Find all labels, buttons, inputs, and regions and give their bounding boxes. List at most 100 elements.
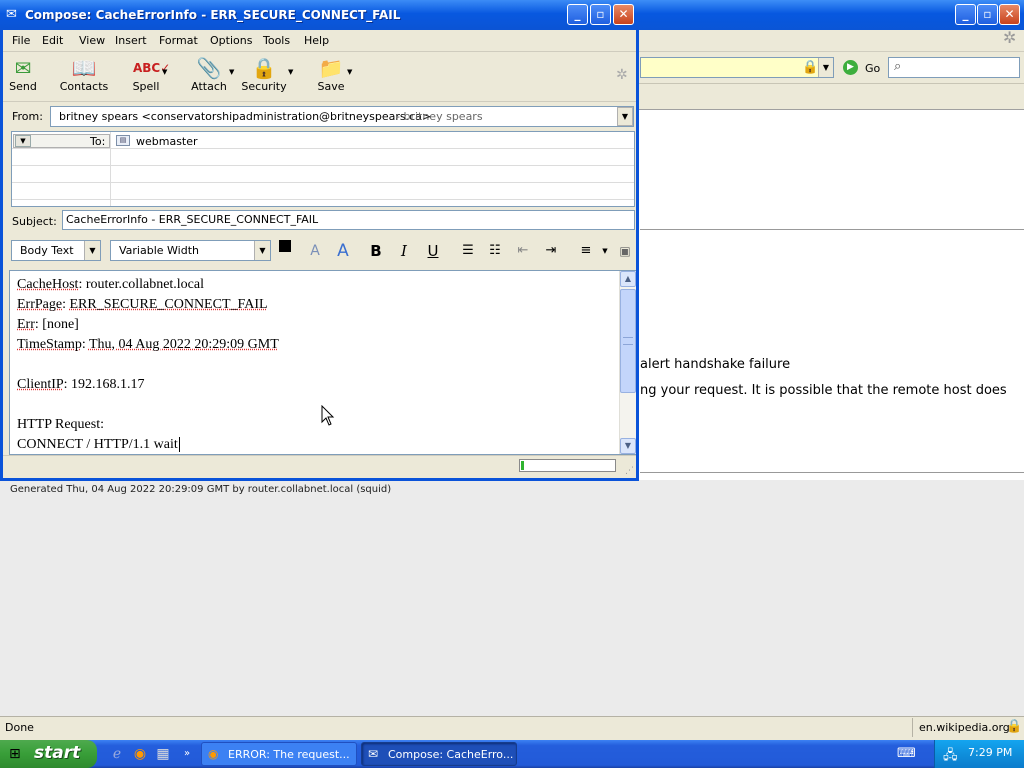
bullet-list-icon[interactable]: ☰ xyxy=(457,240,479,262)
folder-icon: 📁 xyxy=(318,56,344,80)
attach-dropdown-arrow[interactable]: ▼ xyxy=(229,68,234,76)
browser-throbber-icon: ✲ xyxy=(1003,28,1017,47)
status-padlock-icon[interactable]: 🔒 xyxy=(1006,719,1022,734)
save-button[interactable]: 📁 Save xyxy=(315,56,347,100)
error-detail-line: alert handshake failure xyxy=(640,357,791,372)
status-host: en.wikipedia.org xyxy=(912,718,1010,737)
page-footer-area xyxy=(0,480,1024,716)
compose-toolbar: ✉ Send 📖 Contacts ABC✓ Spell ▼ 📎 Attach … xyxy=(3,52,636,102)
search-icon[interactable]: ⌕ xyxy=(894,59,901,74)
larger-font-icon[interactable]: A xyxy=(332,240,354,262)
spell-button[interactable]: ABC✓ Spell xyxy=(127,56,171,100)
media-icon[interactable]: ▦ xyxy=(154,745,172,763)
body-word: : router.collabnet.local xyxy=(78,277,204,292)
recipient-row[interactable] xyxy=(12,149,634,166)
clock[interactable]: 7:29 PM xyxy=(968,746,1012,759)
body-line: TimeStamp: Thu, 04 Aug 2022 20:29:09 GMT xyxy=(17,337,279,353)
bold-button[interactable]: B xyxy=(365,240,387,262)
scroll-down-button[interactable]: ▼ xyxy=(620,438,636,454)
body-word: CONNECT / HTTP/1.1 wait xyxy=(17,437,178,452)
paperclip-icon: 📎 xyxy=(196,56,222,80)
keyboard-icon[interactable]: ⌨ xyxy=(897,746,916,761)
paragraph-style-dropdown[interactable]: ▼ xyxy=(84,241,100,260)
search-input[interactable] xyxy=(888,57,1020,78)
body-line: Err: [none] xyxy=(17,317,79,333)
security-dropdown-arrow[interactable]: ▼ xyxy=(288,68,293,76)
security-button[interactable]: 🔒 Security xyxy=(241,56,287,100)
spell-dropdown-arrow[interactable]: ▼ xyxy=(162,68,167,76)
body-word: ClientIP xyxy=(17,377,64,392)
smaller-font-icon[interactable]: A xyxy=(304,240,326,262)
body-word: CacheHost xyxy=(17,277,79,292)
font-select[interactable]: Variable Width xyxy=(110,240,271,261)
quick-launch-expand-icon[interactable]: » xyxy=(178,745,196,763)
menu-options[interactable]: Options xyxy=(210,34,252,47)
contacts-icon: 📖 xyxy=(71,56,97,80)
menu-format[interactable]: Format xyxy=(159,34,198,47)
send-label: Send xyxy=(9,80,37,93)
padlock-icon[interactable]: 🔒 xyxy=(802,60,818,75)
body-word: ERR_SECURE_CONNECT_FAIL xyxy=(69,297,268,312)
firefox-icon: ◉ xyxy=(208,747,219,761)
compose-maximize-button[interactable]: ▫ xyxy=(590,4,611,25)
ie-icon[interactable]: ℯ xyxy=(108,745,126,763)
scroll-up-button[interactable]: ▲ xyxy=(620,271,636,287)
body-line: HTTP Request: xyxy=(17,417,104,432)
save-dropdown-arrow[interactable]: ▼ xyxy=(347,68,352,76)
contacts-button[interactable]: 📖 Contacts xyxy=(59,56,109,100)
body-word: : 192.168.1.17 xyxy=(63,377,145,392)
body-line: ErrPage: ERR_SECURE_CONNECT_FAIL xyxy=(17,297,268,313)
menu-tools[interactable]: Tools xyxy=(263,34,290,47)
send-button[interactable]: ✉ Send xyxy=(5,56,41,100)
compose-menubar: File Edit View Insert Format Options Too… xyxy=(3,30,636,52)
body-word: : [none] xyxy=(34,317,79,332)
resize-grip-icon[interactable]: ⋰ xyxy=(625,466,634,476)
go-arrow-icon[interactable]: ▶ xyxy=(843,60,858,75)
italic-button[interactable]: I xyxy=(393,240,415,262)
compose-close-button[interactable]: ✕ xyxy=(613,4,634,25)
font-dropdown[interactable]: ▼ xyxy=(254,241,270,260)
recipient-column-divider xyxy=(110,132,111,206)
taskbar-item-firefox[interactable]: ◉ ERROR: The request... xyxy=(201,742,357,766)
url-dropdown-button[interactable]: ▼ xyxy=(818,58,833,77)
menu-file[interactable]: File xyxy=(12,34,30,47)
menu-view[interactable]: View xyxy=(79,34,105,47)
compose-title: Compose: CacheErrorInfo - ERR_SECURE_CON… xyxy=(25,8,401,22)
windows-logo-icon: ⊞ xyxy=(9,746,21,762)
insert-image-icon[interactable]: ▣ xyxy=(614,240,636,262)
body-word: ErrPage xyxy=(17,297,63,312)
chevron-down-icon[interactable]: ▼ xyxy=(15,135,31,147)
subject-input[interactable]: CacheErrorInfo - ERR_SECURE_CONNECT_FAIL xyxy=(62,210,635,230)
network-icon[interactable]: 🖧 xyxy=(943,746,958,768)
progress-fill xyxy=(521,461,524,470)
menu-edit[interactable]: Edit xyxy=(42,34,63,47)
text-color-swatch[interactable] xyxy=(279,240,291,252)
recipient-row[interactable] xyxy=(12,183,634,200)
indent-icon[interactable]: ⇥ xyxy=(540,240,562,262)
body-word: Thu, 04 Aug 2022 20:29:09 GMT xyxy=(88,337,279,352)
go-button[interactable]: Go xyxy=(865,62,880,75)
taskbar-item-compose[interactable]: ✉ Compose: CacheErro... xyxy=(361,742,517,766)
align-dropdown-arrow[interactable]: ▼ xyxy=(594,240,616,262)
body-line: CacheHost: router.collabnet.local xyxy=(17,277,204,293)
content-divider xyxy=(640,472,1024,473)
recipient-address[interactable]: webmaster xyxy=(136,135,198,148)
menu-help[interactable]: Help xyxy=(304,34,329,47)
compose-minimize-button[interactable]: _ xyxy=(567,4,588,25)
attach-label: Attach xyxy=(191,80,227,93)
outdent-icon[interactable]: ⇤ xyxy=(512,240,534,262)
firefox-icon[interactable]: ◉ xyxy=(131,745,149,763)
browser-maximize-button[interactable]: ▫ xyxy=(977,4,998,25)
attach-button[interactable]: 📎 Attach xyxy=(189,56,229,100)
taskbar-item-label: Compose: CacheErro... xyxy=(388,748,514,761)
browser-close-button[interactable]: ✕ xyxy=(999,4,1020,25)
menu-insert[interactable]: Insert xyxy=(115,34,147,47)
compose-titlebar[interactable]: ✉ Compose: CacheErrorInfo - ERR_SECURE_C… xyxy=(0,0,639,30)
contacts-label: Contacts xyxy=(59,80,109,93)
recipient-row[interactable] xyxy=(12,166,634,183)
underline-button[interactable]: U xyxy=(422,240,444,262)
numbered-list-icon[interactable]: ☷ xyxy=(484,240,506,262)
from-dropdown-button[interactable]: ▼ xyxy=(617,107,633,126)
status-text: Done xyxy=(5,721,34,734)
browser-minimize-button[interactable]: _ xyxy=(955,4,976,25)
